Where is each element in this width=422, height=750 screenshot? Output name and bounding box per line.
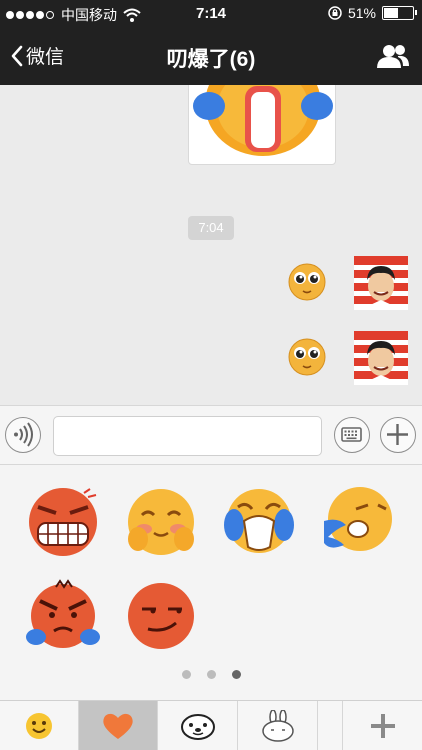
furious-emoji-icon[interactable] — [26, 579, 100, 653]
status-right: 51% — [328, 5, 417, 21]
avatar[interactable] — [354, 256, 408, 310]
crying-emoji-icon[interactable] — [222, 485, 296, 559]
chat-timestamp: 7:04 — [188, 216, 234, 240]
emoji-panel — [0, 465, 422, 700]
emoji-tab-bar — [0, 700, 422, 750]
shy-blush-emoji-icon[interactable] — [124, 485, 198, 559]
tab-smiley[interactable] — [0, 701, 79, 750]
keyboard-icon — [341, 427, 362, 442]
page-dot[interactable] — [206, 670, 216, 679]
sneezing-emoji-icon[interactable] — [320, 485, 394, 559]
plus-button[interactable] — [380, 417, 416, 453]
nav-bar: 微信 叨爆了(6) — [0, 28, 422, 85]
smiley-icon — [26, 713, 52, 739]
keyboard-button[interactable] — [334, 417, 370, 453]
seal-icon — [180, 714, 215, 740]
plus-icon — [387, 424, 408, 445]
user-avatar-icon — [354, 256, 408, 310]
chat-title: 叨爆了(6) — [166, 48, 256, 71]
tab-seal[interactable] — [158, 701, 238, 750]
tab-add[interactable] — [343, 701, 422, 750]
bunny-icon — [261, 710, 294, 742]
pleading-face-icon[interactable] — [288, 263, 326, 301]
tab-heart[interactable] — [79, 701, 158, 750]
voice-icon — [14, 422, 33, 447]
page-indicator — [0, 670, 422, 679]
tab-bunny[interactable] — [238, 701, 318, 750]
add-icon — [370, 714, 395, 738]
voice-button[interactable] — [5, 417, 41, 453]
battery-fill — [384, 8, 398, 18]
page-dot[interactable] — [181, 670, 191, 679]
people-icon[interactable] — [376, 43, 410, 69]
battery-icon — [382, 6, 417, 20]
pleading-face-icon[interactable] — [288, 338, 326, 376]
tab-empty — [318, 701, 343, 750]
battery-percent: 51% — [347, 5, 376, 21]
input-bar — [0, 405, 422, 465]
status-bar: 中国移动 7:14 51% — [0, 0, 422, 28]
angry-grin-emoji-icon[interactable] — [26, 485, 100, 559]
image-message[interactable] — [188, 85, 336, 165]
smirk-emoji-icon[interactable] — [124, 579, 198, 653]
avatar[interactable] — [354, 331, 408, 385]
message-input[interactable] — [53, 416, 322, 456]
crying-sticker-icon — [193, 85, 333, 156]
heart-icon — [103, 713, 133, 739]
rotation-lock-icon — [328, 6, 342, 20]
chat-area: 7:04 — [0, 85, 422, 405]
page-dot-active[interactable] — [231, 670, 241, 679]
user-avatar-icon — [354, 331, 408, 385]
